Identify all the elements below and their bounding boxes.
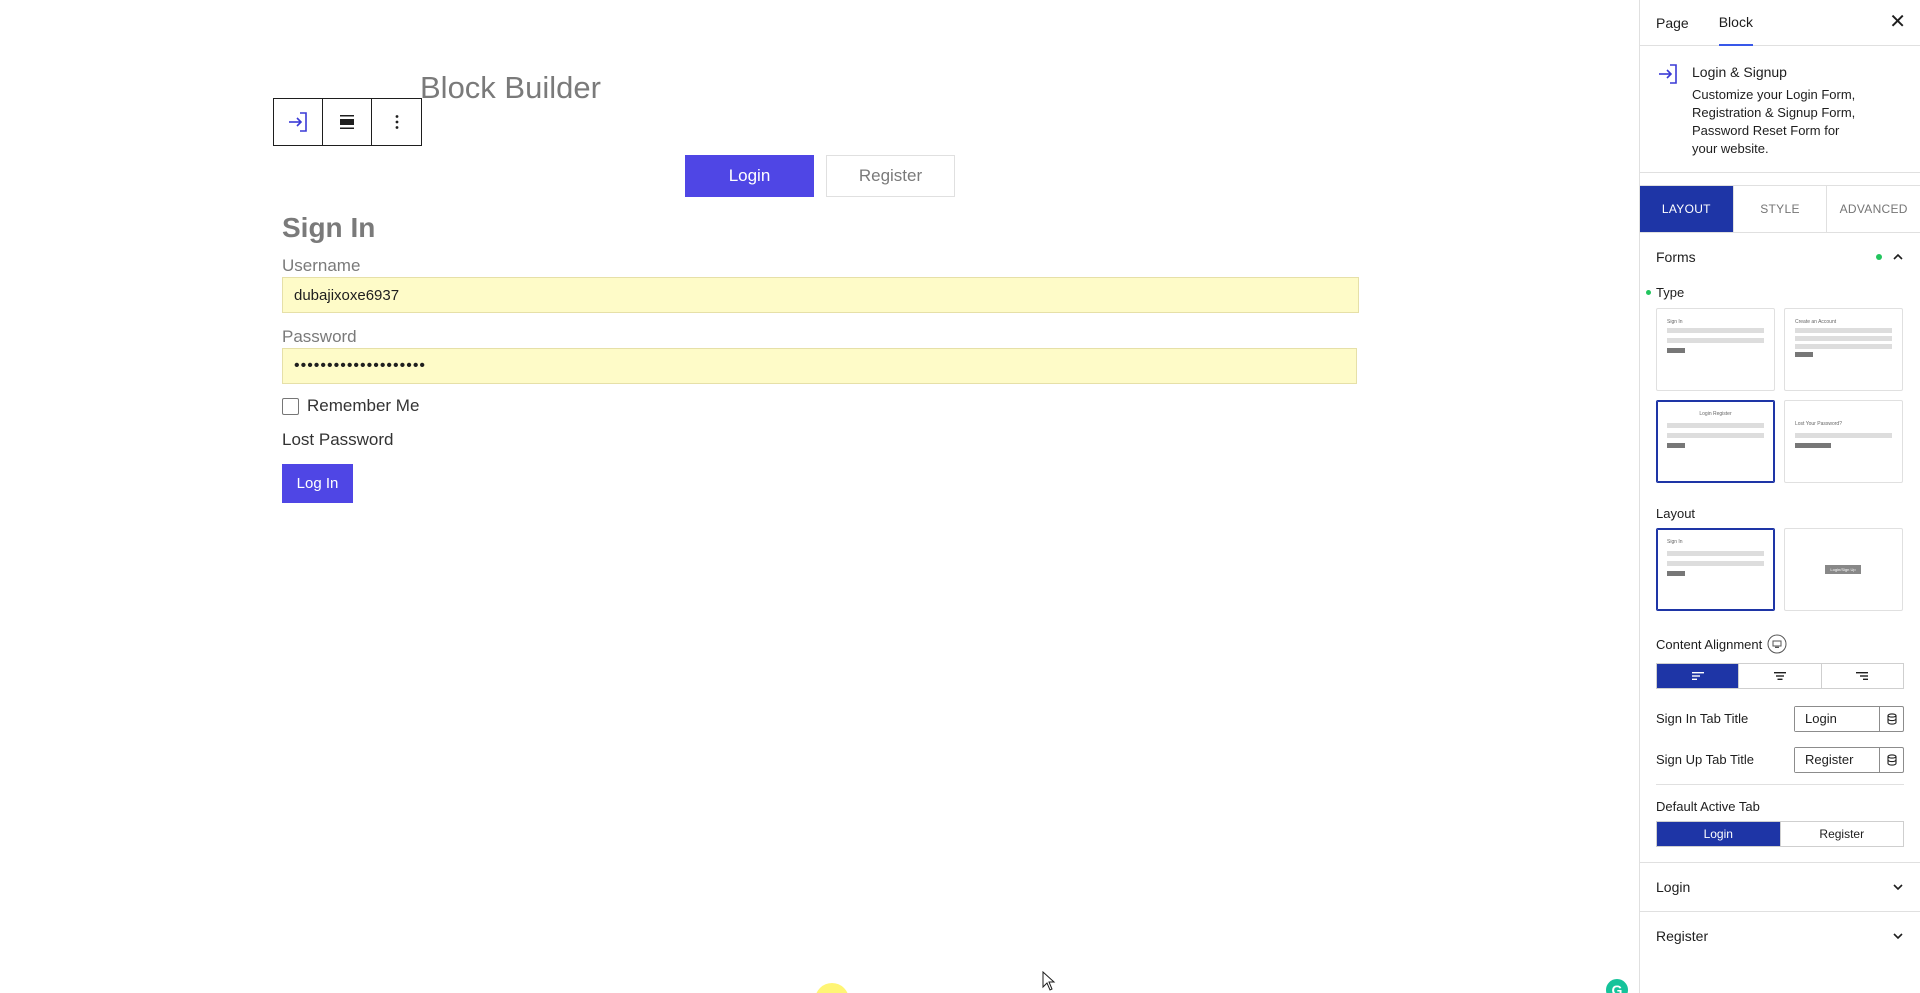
chevron-down-icon <box>1893 933 1903 940</box>
type-option-sign-in[interactable]: Sign In <box>1656 308 1775 391</box>
editor-canvas: Block Builder Login Register Sign In Use… <box>0 0 1639 993</box>
align-center-icon <box>1773 672 1786 680</box>
sign-in-tab-title-field <box>1794 705 1904 732</box>
layout-options: Sign In Login/Sign Up <box>1640 528 1920 611</box>
type-options: Sign In Create an Account Login Register… <box>1640 308 1920 483</box>
dynamic-data-button[interactable] <box>1879 706 1903 731</box>
content-alignment-row: Content Alignment <box>1640 634 1920 654</box>
sign-up-tab-title-field <box>1794 746 1904 773</box>
chevron-up-icon <box>1893 253 1903 260</box>
mouse-pointer-icon <box>1042 971 1056 991</box>
sign-in-tab-title-label: Sign In Tab Title <box>1656 711 1749 726</box>
type-label-row: Type <box>1640 285 1920 300</box>
password-input[interactable]: •••••••••••••••••••• <box>282 348 1357 384</box>
sign-up-tab-title-row: Sign Up Tab Title <box>1640 739 1920 780</box>
tab-layout[interactable]: LAYOUT <box>1640 186 1734 232</box>
thumb-title: Login Register <box>1699 411 1732 417</box>
tab-login[interactable]: Login <box>685 155 814 197</box>
thumb-title: Create an Account <box>1795 319 1837 325</box>
block-card: Login & Signup Customize your Login Form… <box>1640 46 1920 173</box>
sign-in-heading: Sign In <box>282 212 376 243</box>
block-toolbar <box>273 98 422 146</box>
lost-password-link[interactable]: Lost Password <box>282 430 394 450</box>
register-section-title: Register <box>1656 928 1709 944</box>
tab-block[interactable]: Block <box>1718 0 1753 46</box>
username-input[interactable]: dubajixoxe6937 <box>282 277 1359 313</box>
tab-style[interactable]: STYLE <box>1734 186 1828 232</box>
type-option-lost-password[interactable]: Lost Your Password? <box>1784 400 1903 483</box>
align-button[interactable] <box>323 99 372 145</box>
layout-option-popup[interactable]: Login/Sign Up <box>1784 528 1903 611</box>
sidebar-header: Page Block ✕ <box>1640 0 1920 46</box>
settings-sidebar: Page Block ✕ Login & Signup Customize yo… <box>1639 0 1920 993</box>
cursor-highlight <box>815 983 849 993</box>
sign-up-tab-title-label: Sign Up Tab Title <box>1656 752 1755 767</box>
forms-section-title: Forms <box>1656 249 1696 265</box>
content-alignment-label: Content Alignment <box>1656 636 1763 652</box>
status-dot <box>1876 254 1882 260</box>
desktop-icon[interactable] <box>1767 634 1787 654</box>
default-active-tab-label: Default Active Tab <box>1656 799 1760 814</box>
remember-me[interactable]: Remember Me <box>282 396 419 416</box>
chevron-down-icon <box>1893 884 1903 891</box>
panel-tabs: LAYOUT STYLE ADVANCED <box>1640 185 1920 233</box>
block-type-button[interactable] <box>274 99 323 145</box>
forms-section-header[interactable]: Forms <box>1640 233 1920 281</box>
layout-label: Layout <box>1656 506 1696 521</box>
remember-label: Remember Me <box>307 396 420 415</box>
register-section-header[interactable]: Register <box>1640 911 1920 960</box>
close-icon[interactable]: ✕ <box>1889 12 1906 32</box>
type-label: Type <box>1656 285 1685 300</box>
align-left-icon <box>1691 672 1704 680</box>
layout-option-stacked[interactable]: Sign In <box>1656 528 1775 611</box>
tab-page[interactable]: Page <box>1656 0 1689 45</box>
align-left-button[interactable] <box>1657 664 1740 688</box>
type-option-login-register[interactable]: Login Register <box>1656 400 1775 483</box>
default-active-tab-toggle: Login Register <box>1656 821 1904 847</box>
login-arrow-icon <box>289 112 307 132</box>
tab-register[interactable]: Register <box>826 155 955 197</box>
database-icon <box>1886 753 1897 766</box>
login-arrow-icon <box>1659 64 1677 84</box>
grammarly-icon[interactable]: G <box>1604 977 1630 993</box>
align-center-button[interactable] <box>1739 664 1822 688</box>
popup-button-preview: Login/Sign Up <box>1825 565 1861 574</box>
remember-checkbox[interactable] <box>282 397 299 415</box>
block-description: Customize your Login Form, Registration … <box>1692 87 1856 156</box>
database-icon <box>1886 712 1897 725</box>
default-tab-login[interactable]: Login <box>1657 822 1781 846</box>
default-tab-register[interactable]: Register <box>1781 822 1904 846</box>
status-dot <box>1646 290 1651 295</box>
sign-up-tab-title-input[interactable] <box>1795 747 1879 772</box>
thumb-title: Sign In <box>1667 539 1683 545</box>
block-title: Login & Signup <box>1692 64 1787 80</box>
thumb-title: Sign In <box>1667 319 1683 325</box>
username-label: Username <box>282 256 361 275</box>
sign-in-tab-title-row: Sign In Tab Title <box>1640 698 1920 739</box>
align-right-icon <box>1856 672 1869 680</box>
thumb-title: Login/Sign Up <box>1830 567 1856 572</box>
log-in-button[interactable]: Log In <box>282 464 353 503</box>
more-vertical-icon <box>395 115 398 129</box>
page-title[interactable]: Block Builder <box>420 70 601 106</box>
password-label: Password <box>282 327 357 346</box>
tab-advanced[interactable]: ADVANCED <box>1827 186 1920 232</box>
dynamic-data-button[interactable] <box>1879 747 1903 772</box>
divider <box>1656 784 1904 785</box>
more-options-button[interactable] <box>372 99 421 145</box>
thumb-title: Lost Your Password? <box>1795 421 1842 427</box>
content-alignment-group <box>1656 663 1904 689</box>
form-tabs: Login Register <box>685 155 955 197</box>
sign-in-tab-title-input[interactable] <box>1795 706 1879 731</box>
login-section-header[interactable]: Login <box>1640 862 1920 911</box>
type-option-create-account[interactable]: Create an Account <box>1784 308 1903 391</box>
login-section-title: Login <box>1656 879 1691 895</box>
align-icon <box>340 115 354 129</box>
align-right-button[interactable] <box>1822 664 1903 688</box>
